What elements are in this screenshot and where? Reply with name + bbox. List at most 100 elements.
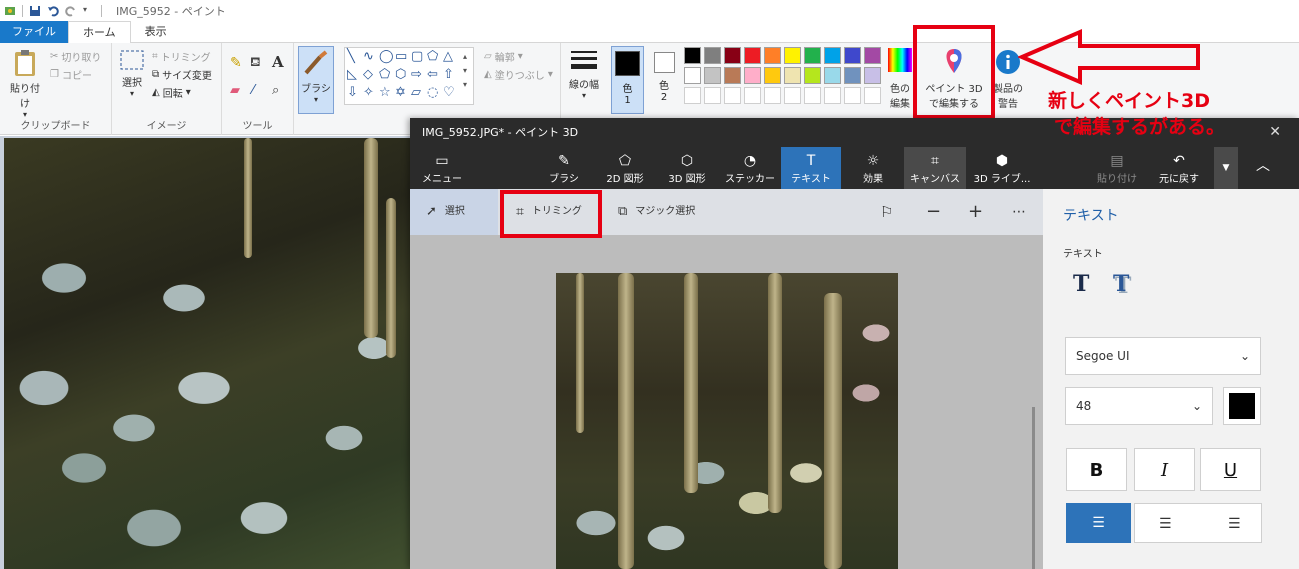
rotate-dropdown-icon[interactable]: ▾ bbox=[186, 87, 191, 98]
tab-3d-library[interactable]: ⬢ 3D ライブ... bbox=[970, 147, 1034, 189]
shapes-scroll-icon[interactable]: ▴ ▾ ▾ bbox=[463, 50, 467, 92]
fill-button[interactable]: ◭ 塗りつぶし ▾ bbox=[484, 67, 553, 82]
arrow-right-shape-icon[interactable]: ⇨ bbox=[411, 68, 422, 82]
eraser-icon[interactable]: ▰ bbox=[230, 83, 240, 98]
palette-swatch[interactable] bbox=[824, 67, 841, 84]
palette-swatch-empty[interactable] bbox=[764, 87, 781, 104]
palette-swatch[interactable] bbox=[804, 47, 821, 64]
vertical-scrollbar[interactable] bbox=[1032, 407, 1035, 569]
fill-bucket-icon[interactable]: ⛾ bbox=[250, 55, 261, 72]
palette-swatch[interactable] bbox=[704, 67, 721, 84]
brush-dropdown-icon[interactable]: ▾ bbox=[299, 95, 333, 104]
font-family-dropdown[interactable]: Segoe UI ⌄ bbox=[1065, 337, 1261, 375]
palette-swatch-empty[interactable] bbox=[744, 87, 761, 104]
line-shape-icon[interactable]: ╲ bbox=[347, 50, 355, 64]
outline-dropdown-icon[interactable]: ▾ bbox=[518, 51, 523, 62]
palette-swatch[interactable] bbox=[784, 47, 801, 64]
more-options-icon[interactable]: ⋯ bbox=[1012, 189, 1026, 235]
redo-icon[interactable] bbox=[65, 5, 77, 17]
palette-swatch[interactable] bbox=[804, 67, 821, 84]
align-center-button[interactable]: ☰ ☰ bbox=[1134, 503, 1262, 543]
pentagon-shape-icon[interactable]: ⬠ bbox=[379, 68, 390, 82]
tab-effects[interactable]: ☼ 効果 bbox=[850, 147, 896, 189]
tab-view[interactable]: 表示 bbox=[131, 21, 181, 43]
crop-button[interactable]: ⌗ トリミング bbox=[152, 49, 211, 64]
tab-3d-shapes[interactable]: ⬡ 3D 図形 bbox=[658, 147, 716, 189]
close-icon[interactable]: ✕ bbox=[1269, 118, 1281, 147]
palette-swatch[interactable] bbox=[764, 47, 781, 64]
palette-swatch-empty[interactable] bbox=[804, 87, 821, 104]
callout-rect-shape-icon[interactable]: ▱ bbox=[411, 86, 421, 100]
align-right-icon[interactable]: ☰ bbox=[1228, 516, 1241, 532]
palette-swatch[interactable] bbox=[824, 47, 841, 64]
magic-select-tool[interactable]: ⧉ マジック選択 bbox=[618, 189, 718, 235]
callout-oval-shape-icon[interactable]: ◌ bbox=[427, 86, 438, 100]
color1-button[interactable]: 色 1 bbox=[611, 46, 644, 114]
text-tool-icon[interactable]: A bbox=[272, 53, 284, 71]
bold-button[interactable]: B bbox=[1066, 448, 1127, 491]
align-left-button[interactable]: ☰ bbox=[1066, 503, 1131, 543]
triangle-shape-icon[interactable]: △ bbox=[443, 50, 453, 64]
hexagon-shape-icon[interactable]: ⬡ bbox=[395, 68, 406, 82]
palette-swatch[interactable] bbox=[724, 67, 741, 84]
tab-text[interactable]: T テキスト bbox=[781, 147, 841, 189]
tab-home[interactable]: ホーム bbox=[68, 21, 131, 44]
heart-shape-icon[interactable]: ♡ bbox=[443, 86, 455, 100]
palette-swatch-empty[interactable] bbox=[864, 87, 881, 104]
oval-shape-icon[interactable]: ◯ bbox=[379, 50, 394, 64]
star6-shape-icon[interactable]: ✡ bbox=[395, 86, 406, 100]
undo-icon[interactable] bbox=[47, 5, 59, 17]
palette-swatch[interactable] bbox=[724, 47, 741, 64]
palette-swatch[interactable] bbox=[744, 47, 761, 64]
select-button[interactable]: 選択 ▾ bbox=[116, 49, 148, 98]
arrow-up-shape-icon[interactable]: ⇧ bbox=[443, 68, 454, 82]
edit-colors-button[interactable]: 色の 編集 bbox=[884, 47, 916, 110]
palette-swatch[interactable] bbox=[764, 67, 781, 84]
color-picker-icon[interactable]: ⁄ bbox=[252, 83, 254, 98]
shapes-gallery[interactable]: ╲ ∿ ◯ ▭ ▢ ⬠ △ ◺ ◇ ⬠ ⬡ ⇨ ⇦ ⇧ ⇩ ✧ ☆ ✡ ▱ ◌ … bbox=[344, 47, 474, 105]
3d-text-icon[interactable]: T bbox=[1113, 271, 1129, 297]
star4-shape-icon[interactable]: ✧ bbox=[363, 86, 374, 100]
italic-button[interactable]: I bbox=[1134, 448, 1195, 491]
palette-swatch[interactable] bbox=[844, 47, 861, 64]
zoom-in-icon[interactable]: + bbox=[968, 189, 983, 235]
palette-swatch[interactable] bbox=[864, 67, 881, 84]
palette-swatch[interactable] bbox=[864, 47, 881, 64]
palette-swatch-empty[interactable] bbox=[724, 87, 741, 104]
underline-button[interactable]: U bbox=[1200, 448, 1261, 491]
history-dropdown-button[interactable]: ▼ bbox=[1214, 147, 1238, 189]
star5-shape-icon[interactable]: ☆ bbox=[379, 86, 391, 100]
menu-button[interactable]: ▭ メニュー bbox=[420, 147, 464, 189]
pencil-icon[interactable]: ✎ bbox=[230, 55, 242, 71]
customize-dropdown-icon[interactable]: ▾ bbox=[83, 5, 95, 17]
right-triangle-shape-icon[interactable]: ◺ bbox=[347, 68, 357, 82]
polygon-shape-icon[interactable]: ⬠ bbox=[427, 50, 438, 64]
font-size-dropdown[interactable]: 48 ⌄ bbox=[1065, 387, 1213, 425]
tab-stickers[interactable]: ◔ ステッカー bbox=[722, 147, 778, 189]
palette-swatch-empty[interactable] bbox=[684, 87, 701, 104]
brush-button[interactable]: ブラシ ▾ bbox=[298, 46, 334, 114]
size-button[interactable]: 線の幅 ▾ bbox=[564, 49, 604, 100]
select-tool-3d[interactable]: ➚ 選択 bbox=[410, 189, 498, 235]
fill-dropdown-icon[interactable]: ▾ bbox=[548, 69, 553, 80]
cut-button[interactable]: ✂ 切り取り bbox=[50, 49, 101, 64]
outline-button[interactable]: ▱ 輪郭 ▾ bbox=[484, 49, 523, 64]
palette-swatch[interactable] bbox=[844, 67, 861, 84]
palette-swatch-empty[interactable] bbox=[784, 87, 801, 104]
rect-shape-icon[interactable]: ▭ bbox=[395, 50, 407, 64]
tab-file[interactable]: ファイル bbox=[0, 21, 68, 43]
undo-button-3d[interactable]: ↶ 元に戻す bbox=[1154, 147, 1204, 189]
select-dropdown-icon[interactable]: ▾ bbox=[116, 89, 148, 98]
resize-button[interactable]: ⧉ サイズ変更 bbox=[152, 67, 212, 82]
tab-canvas[interactable]: ⌗ キャンバス bbox=[904, 147, 966, 189]
save-icon[interactable] bbox=[29, 5, 41, 17]
curve-shape-icon[interactable]: ∿ bbox=[363, 50, 374, 64]
palette-swatch-empty[interactable] bbox=[844, 87, 861, 104]
palette-swatch[interactable] bbox=[704, 47, 721, 64]
arrow-down-shape-icon[interactable]: ⇩ bbox=[347, 86, 358, 100]
round-rect-shape-icon[interactable]: ▢ bbox=[411, 50, 423, 64]
palette-swatch[interactable] bbox=[684, 47, 701, 64]
rotate-button[interactable]: ◭ 回転 ▾ bbox=[152, 85, 191, 100]
text-color-swatch[interactable] bbox=[1223, 387, 1261, 425]
palette-swatch-empty[interactable] bbox=[704, 87, 721, 104]
